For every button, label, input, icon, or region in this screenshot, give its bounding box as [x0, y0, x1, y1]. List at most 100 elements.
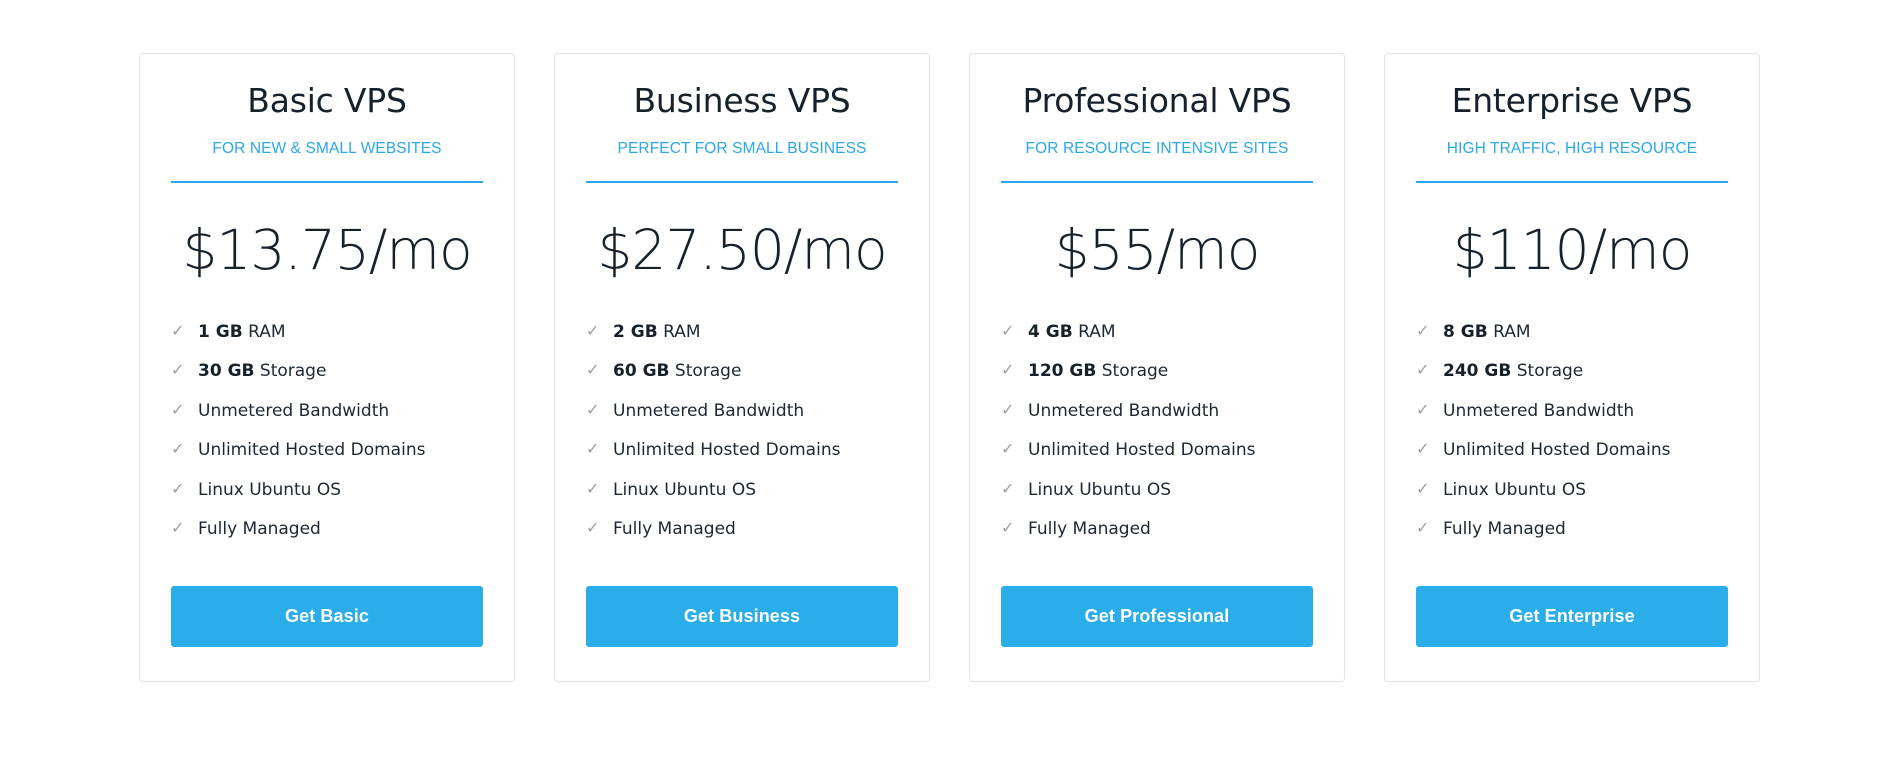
check-icon: ✓: [1416, 360, 1430, 380]
feature-item: ✓ 240 GB Storage: [1416, 361, 1728, 381]
check-icon: ✓: [1416, 399, 1430, 419]
feature-item: ✓ Unlimited Hosted Domains: [586, 440, 898, 460]
feature-item: ✓ 1 GB RAM: [171, 322, 483, 342]
plan-subtitle: HIGH TRAFFIC, HIGH RESOURCE: [1446, 139, 1698, 157]
feature-item: ✓ Unlimited Hosted Domains: [1001, 440, 1313, 460]
feature-label: Linux Ubuntu OS: [198, 480, 341, 500]
feature-rest: Linux Ubuntu OS: [613, 479, 757, 500]
feature-item: ✓ Unmetered Bandwidth: [171, 401, 483, 421]
check-icon: ✓: [1001, 478, 1015, 498]
plan-price: $110/mo: [1452, 217, 1693, 282]
feature-rest: Fully Managed: [613, 518, 736, 539]
check-icon: ✓: [171, 439, 185, 459]
feature-rest: Fully Managed: [1028, 518, 1151, 539]
feature-rest: Unlimited Hosted Domains: [1443, 440, 1671, 461]
check-icon: ✓: [1001, 360, 1015, 380]
feature-rest: Unlimited Hosted Domains: [1028, 440, 1256, 461]
feature-item: ✓ 60 GB Storage: [586, 361, 898, 381]
feature-rest: Storage: [669, 361, 742, 382]
feature-rest: Storage: [254, 361, 327, 382]
check-icon: ✓: [1001, 320, 1015, 340]
feature-item: ✓ Unlimited Hosted Domains: [171, 440, 483, 460]
feature-item: ✓ Unlimited Hosted Domains: [1416, 440, 1728, 460]
check-icon: ✓: [586, 360, 600, 380]
feature-label: Fully Managed: [613, 519, 736, 539]
feature-rest: Unmetered Bandwidth: [613, 400, 805, 421]
check-icon: ✓: [1416, 478, 1430, 498]
divider: [171, 180, 483, 183]
feature-label: 8 GB RAM: [1443, 322, 1531, 342]
feature-item: ✓ Linux Ubuntu OS: [1001, 480, 1313, 500]
plan-cta-button[interactable]: Get Basic: [171, 586, 483, 648]
feature-item: ✓ 2 GB RAM: [586, 322, 898, 342]
feature-label: Linux Ubuntu OS: [1443, 480, 1586, 500]
feature-item: ✓ Linux Ubuntu OS: [1416, 480, 1728, 500]
plan-price: $13.75/mo: [182, 217, 472, 282]
feature-value: 2 GB: [613, 321, 658, 342]
plan-cta-button[interactable]: Get Business: [586, 586, 898, 648]
feature-list: ✓ 1 GB RAM ✓ 30 GB Storage ✓ Unmetered Bandwi…: [171, 322, 483, 539]
feature-item: ✓ Linux Ubuntu OS: [586, 480, 898, 500]
feature-rest: Storage: [1511, 361, 1584, 382]
plan-title: Enterprise VPS: [1451, 81, 1693, 120]
feature-item: ✓ Linux Ubuntu OS: [171, 480, 483, 500]
feature-label: Unlimited Hosted Domains: [1443, 440, 1670, 460]
check-icon: ✓: [171, 320, 185, 340]
check-icon: ✓: [586, 399, 600, 419]
feature-list: ✓ 2 GB RAM ✓ 60 GB Storage ✓ Unmetered Bandwi…: [586, 322, 898, 539]
divider: [1416, 180, 1728, 183]
feature-value: 1 GB: [198, 321, 243, 342]
plan-card: Basic VPS FOR NEW & SMALL WEBSITES $13.75/…: [139, 53, 515, 683]
feature-label: Linux Ubuntu OS: [613, 480, 756, 500]
plan-title: Basic VPS: [247, 81, 407, 120]
feature-value: 4 GB: [1028, 321, 1073, 342]
plan-cta-button[interactable]: Get Enterprise: [1416, 586, 1728, 648]
feature-label: Fully Managed: [1443, 519, 1566, 539]
feature-rest: Storage: [1096, 361, 1169, 382]
feature-value: 30 GB: [198, 361, 255, 382]
plan-card: Business VPS PERFECT FOR SMALL BUSINESS $2…: [554, 53, 930, 683]
check-icon: ✓: [1001, 399, 1015, 419]
feature-item: ✓ Unmetered Bandwidth: [586, 401, 898, 421]
plan-cta-button[interactable]: Get Professional: [1001, 586, 1313, 648]
feature-label: 2 GB RAM: [613, 322, 701, 342]
feature-item: ✓ 8 GB RAM: [1416, 322, 1728, 342]
feature-label: Unlimited Hosted Domains: [613, 440, 840, 460]
check-icon: ✓: [1416, 517, 1430, 537]
feature-rest: RAM: [657, 321, 701, 342]
feature-rest: Fully Managed: [198, 518, 321, 539]
feature-label: Unmetered Bandwidth: [1443, 401, 1634, 421]
check-icon: ✓: [171, 360, 185, 380]
plan-card: Professional VPS FOR RESOURCE INTENSIVE S…: [969, 53, 1345, 683]
plan-subtitle: FOR NEW & SMALL WEBSITES: [212, 139, 442, 157]
feature-label: Unlimited Hosted Domains: [1028, 440, 1255, 460]
feature-rest: Unmetered Bandwidth: [1443, 400, 1635, 421]
feature-value: 240 GB: [1443, 361, 1512, 382]
feature-rest: RAM: [1072, 321, 1116, 342]
feature-label: 240 GB Storage: [1443, 361, 1583, 381]
feature-label: 30 GB Storage: [198, 361, 326, 381]
feature-item: ✓ Unmetered Bandwidth: [1416, 401, 1728, 421]
pricing-section: Basic VPS FOR NEW & SMALL WEBSITES $13.75/…: [0, 0, 1899, 765]
feature-rest: RAM: [1487, 321, 1531, 342]
divider: [586, 180, 898, 183]
feature-label: 120 GB Storage: [1028, 361, 1168, 381]
feature-item: ✓ Fully Managed: [1416, 519, 1728, 539]
feature-label: Unlimited Hosted Domains: [198, 440, 425, 460]
feature-item: ✓ Fully Managed: [586, 519, 898, 539]
feature-rest: Unmetered Bandwidth: [198, 400, 390, 421]
plan-subtitle: PERFECT FOR SMALL BUSINESS: [617, 139, 867, 157]
feature-rest: Unlimited Hosted Domains: [613, 440, 841, 461]
check-icon: ✓: [171, 517, 185, 537]
feature-value: 8 GB: [1443, 321, 1488, 342]
plan-title: Business VPS: [633, 81, 851, 120]
feature-label: Unmetered Bandwidth: [1028, 401, 1219, 421]
feature-item: ✓ Fully Managed: [1001, 519, 1313, 539]
plan-title: Professional VPS: [1022, 81, 1292, 120]
feature-item: ✓ Fully Managed: [171, 519, 483, 539]
feature-rest: Linux Ubuntu OS: [1028, 479, 1172, 500]
feature-list: ✓ 8 GB RAM ✓ 240 GB Storage ✓ Unmetered Bandw…: [1416, 322, 1728, 539]
divider: [1001, 180, 1313, 183]
feature-rest: Linux Ubuntu OS: [198, 479, 342, 500]
feature-label: 1 GB RAM: [198, 322, 286, 342]
